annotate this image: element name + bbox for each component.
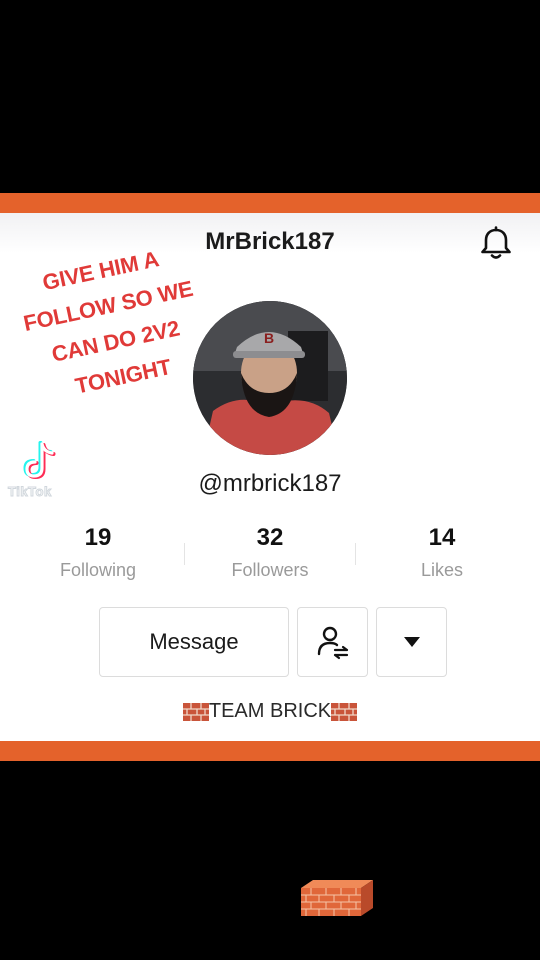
stat-likes[interactable]: 14 Likes bbox=[372, 522, 512, 581]
stat-divider bbox=[184, 543, 185, 565]
stat-value: 14 bbox=[428, 524, 456, 551]
message-button-label: Message bbox=[149, 629, 239, 654]
stat-following[interactable]: 19 Following bbox=[28, 522, 168, 581]
profile-handle: @mrbrick187 bbox=[198, 470, 342, 497]
stat-value: 32 bbox=[256, 524, 284, 551]
stat-value: 19 bbox=[84, 524, 112, 551]
stat-label: Followers bbox=[231, 560, 309, 580]
brick-icon bbox=[182, 702, 209, 721]
brick-sticker-icon bbox=[301, 880, 373, 916]
more-options-button[interactable] bbox=[376, 607, 447, 677]
avatar-photo: B bbox=[193, 301, 347, 455]
stat-divider bbox=[355, 543, 356, 565]
top-accent-bar bbox=[0, 193, 540, 213]
bottom-accent-bar bbox=[0, 741, 540, 761]
message-button[interactable]: Message bbox=[99, 607, 289, 677]
bell-icon[interactable] bbox=[479, 226, 513, 262]
brick-icon bbox=[331, 702, 358, 721]
svg-text:B: B bbox=[264, 330, 274, 346]
follow-toggle-button[interactable] bbox=[297, 607, 368, 677]
caret-down-icon bbox=[403, 637, 420, 647]
profile-avatar[interactable]: B bbox=[193, 301, 347, 455]
bio-text: TEAM BRICK bbox=[208, 700, 332, 722]
profile-bio: TEAM BRICK bbox=[0, 700, 540, 723]
stat-followers[interactable]: 32 Followers bbox=[200, 522, 340, 581]
stat-label: Likes bbox=[420, 560, 464, 580]
profile-username: MrBrick187 bbox=[205, 228, 335, 255]
stat-label: Following bbox=[59, 560, 137, 580]
user-swap-icon bbox=[317, 626, 348, 660]
